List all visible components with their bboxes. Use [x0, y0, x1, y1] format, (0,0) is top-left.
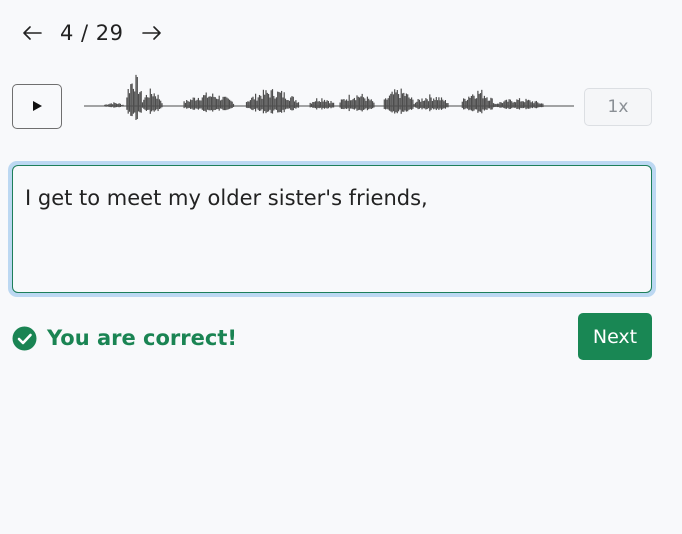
exercise-counter: 4 / 29: [60, 21, 124, 45]
play-icon: [31, 97, 43, 116]
dictation-page: 4 / 29 1x I get to meet my older sister'…: [0, 0, 682, 534]
next-button[interactable]: Next: [578, 313, 652, 360]
play-button[interactable]: [12, 84, 62, 129]
audio-waveform[interactable]: [84, 68, 574, 124]
exercise-navigation: 4 / 29: [20, 18, 164, 48]
answer-focus-ring: I get to meet my older sister's friends,: [8, 161, 656, 297]
check-circle-icon: [12, 326, 37, 351]
arrow-left-icon[interactable]: [20, 18, 44, 48]
playback-speed-button[interactable]: 1x: [584, 88, 652, 126]
arrow-right-icon[interactable]: [140, 18, 164, 48]
feedback-message: You are correct!: [12, 325, 237, 351]
answer-input[interactable]: I get to meet my older sister's friends,: [12, 165, 652, 293]
feedback-text: You are correct!: [47, 326, 237, 350]
